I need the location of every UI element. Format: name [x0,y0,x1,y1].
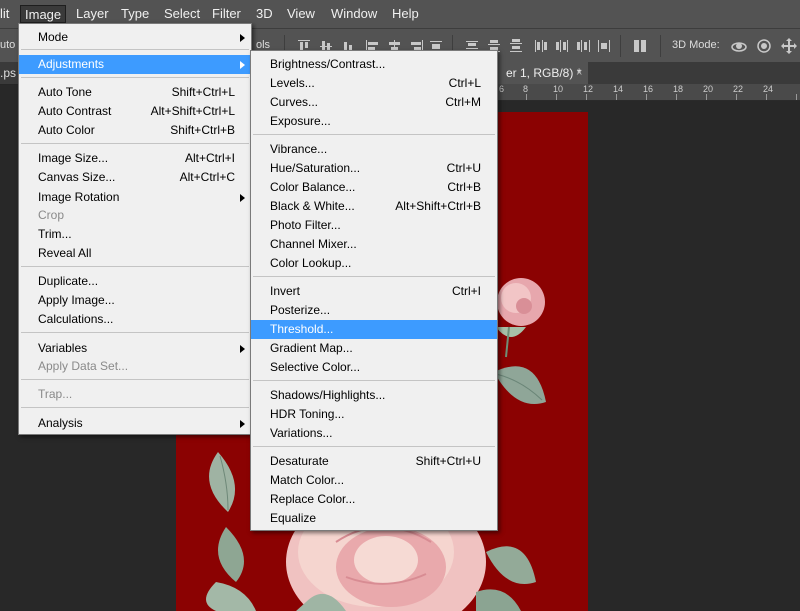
ruler-label: 6 [499,84,505,94]
submenu-arrow-icon [240,61,245,69]
distribute-bottom-icon[interactable] [508,38,524,54]
document-tab-active[interactable]: er 1, RGB/8) * [496,62,588,84]
menu-item-duplicate[interactable]: Duplicate... [19,272,251,291]
menu-item-variations[interactable]: Variations... [251,424,497,443]
menu-help[interactable]: Help [388,5,423,23]
document-tab-previous[interactable]: .ps [0,66,16,80]
menu-separator [21,143,249,144]
distribute-horizontal-center-icon[interactable] [554,38,570,54]
menu-item-calculations[interactable]: Calculations... [19,310,251,329]
menu-window[interactable]: Window [327,5,381,23]
menu-item-selective-color[interactable]: Selective Color... [251,358,497,377]
menu-item-analysis[interactable]: Analysis [19,414,251,433]
menu-separator [21,332,249,333]
ruler-label: 24 [763,84,774,94]
distribute-widths-icon[interactable] [596,38,612,54]
menu-separator [21,77,249,78]
menu-item-apply-data-set: Apply Data Set... [38,359,129,373]
menu-separator [21,407,249,408]
menu-item-reveal-all[interactable]: Reveal All [19,244,251,263]
menu-item-exposure[interactable]: Exposure... [251,112,497,131]
menu-item-equalize[interactable]: Equalize [251,509,497,528]
menu-item-color-balance[interactable]: Color Balance... Ctrl+B [251,178,497,197]
auto-select-label: uto [0,39,16,51]
menu-type[interactable]: Type [117,5,153,23]
menu-item-auto-contrast[interactable]: Auto Contrast Alt+Shift+Ctrl+L [19,102,251,121]
menu-layer[interactable]: Layer [72,5,113,23]
auto-align-layers-icon[interactable] [632,38,648,54]
ruler-label: 8 [523,84,529,94]
pan-3d-icon[interactable] [780,37,798,55]
submenu-arrow-icon [240,345,245,353]
horizontal-ruler: 6 8 10 12 14 16 18 20 22 24 [496,84,800,101]
menu-item-trim[interactable]: Trim... [19,225,251,244]
menu-item-auto-tone[interactable]: Auto Tone Shift+Ctrl+L [19,83,251,102]
orbit-3d-icon[interactable] [730,37,748,55]
menu-item-channel-mixer[interactable]: Channel Mixer... [251,235,497,254]
menu-item-mode[interactable]: Mode [19,28,251,47]
menu-view[interactable]: View [283,5,319,23]
menu-edit[interactable]: lit [0,5,13,23]
adjustments-submenu: Brightness/Contrast... Levels... Ctrl+L C… [250,50,498,531]
menu-item-posterize[interactable]: Posterize... [251,301,497,320]
ruler-label: 10 [553,84,564,94]
options-divider [620,35,621,57]
menu-item-image-size[interactable]: Image Size... Alt+Ctrl+I [19,149,251,168]
document-tab-label: er 1, RGB/8) * [506,66,582,80]
menu-item-auto-color[interactable]: Auto Color Shift+Ctrl+B [19,121,251,140]
roll-3d-icon[interactable] [755,37,773,55]
menu-item-hdr-toning[interactable]: HDR Toning... [251,405,497,424]
menu-item-adjustments[interactable]: Adjustments [19,55,251,74]
submenu-arrow-icon [240,194,245,202]
ruler-label: 16 [643,84,654,94]
menu-item-color-lookup[interactable]: Color Lookup... [251,254,497,273]
menu-3d[interactable]: 3D [252,5,277,23]
menu-item-gradient-map[interactable]: Gradient Map... [251,339,497,358]
submenu-arrow-icon [240,34,245,42]
menu-item-brightness-contrast[interactable]: Brightness/Contrast... [251,55,497,74]
ruler-label: 22 [733,84,744,94]
submenu-arrow-icon [240,420,245,428]
menu-item-trap: Trap... [38,387,73,401]
menu-separator [21,379,249,380]
menu-separator [21,49,249,50]
menu-separator [21,266,249,267]
menu-item-threshold[interactable]: Threshold... [251,320,497,339]
menu-image[interactable]: Image [20,5,67,23]
menu-item-hue-saturation[interactable]: Hue/Saturation... Ctrl+U [251,159,497,178]
menu-item-replace-color[interactable]: Replace Color... [251,490,497,509]
menu-separator [253,446,495,447]
menu-item-curves[interactable]: Curves... Ctrl+M [251,93,497,112]
ruler-label: 18 [673,84,684,94]
options-divider [660,35,661,57]
menu-item-black-white[interactable]: Black & White... Alt+Shift+Ctrl+B [251,197,497,216]
ruler-label: 20 [703,84,714,94]
ruler-label: 14 [613,84,624,94]
distribute-left-icon[interactable] [532,38,548,54]
3d-mode-label: 3D Mode: [672,39,720,51]
close-tab-icon[interactable]: × [576,62,582,84]
menu-item-match-color[interactable]: Match Color... [251,471,497,490]
menu-item-photo-filter[interactable]: Photo Filter... [251,216,497,235]
menu-item-levels[interactable]: Levels... Ctrl+L [251,74,497,93]
menu-separator [253,276,495,277]
distribute-right-icon[interactable] [576,38,592,54]
menu-select[interactable]: Select [160,5,204,23]
menu-item-invert[interactable]: Invert Ctrl+I [251,282,497,301]
menu-item-apply-image[interactable]: Apply Image... [19,291,251,310]
menu-separator [253,134,495,135]
ruler-label: 12 [583,84,594,94]
menu-item-variables[interactable]: Variables [19,339,251,358]
menu-item-shadows-highlights[interactable]: Shadows/Highlights... [251,386,497,405]
menu-item-vibrance[interactable]: Vibrance... [251,140,497,159]
menu-item-crop: Crop [38,208,65,222]
menu-item-image-rotation[interactable]: Image Rotation [19,188,251,207]
menu-separator [253,380,495,381]
menu-item-canvas-size[interactable]: Canvas Size... Alt+Ctrl+C [19,168,251,187]
image-menu: Mode Adjustments Auto Tone Shift+Ctrl+L A… [18,23,252,435]
menu-item-desaturate[interactable]: Desaturate Shift+Ctrl+U [251,452,497,471]
menu-filter[interactable]: Filter [208,5,245,23]
